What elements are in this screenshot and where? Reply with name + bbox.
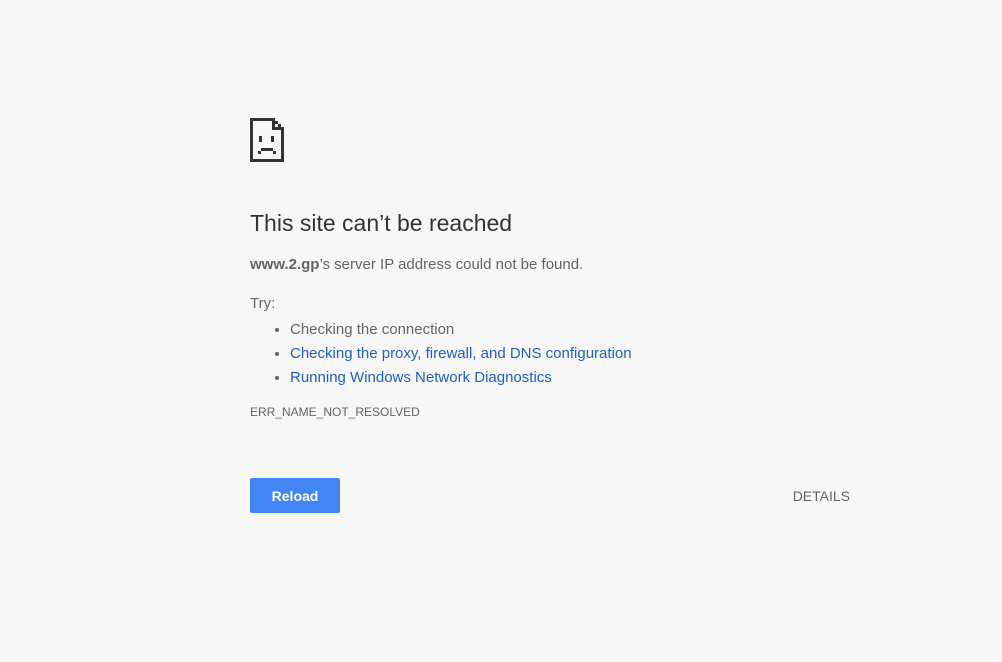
try-label: Try: xyxy=(250,295,276,312)
suggestion-check-connection: Checking the connection xyxy=(290,321,455,338)
suggestion-item: Checking the connection xyxy=(290,318,850,342)
error-code: ERR_NAME_NOT_RESOLVED xyxy=(250,405,420,419)
suggestions-list: Checking the connection Checking the pro… xyxy=(250,318,850,390)
sad-page-icon xyxy=(250,118,284,162)
error-host: www.2.gp xyxy=(250,256,320,273)
error-title: This site can’t be reached xyxy=(250,210,513,236)
suggestion-item: Running Windows Network Diagnostics xyxy=(290,366,850,390)
error-summary-text: ’s server IP address could not be found. xyxy=(319,256,584,273)
main-content: This site can’t be reached www.2.gp’s se… xyxy=(250,118,850,420)
error-summary: www.2.gp’s server IP address could not b… xyxy=(250,255,850,275)
details-button[interactable]: DETAILS xyxy=(793,478,850,513)
reload-button[interactable]: Reload xyxy=(250,478,340,513)
button-row: Reload DETAILS xyxy=(250,478,850,513)
error-page: This site can’t be reached www.2.gp’s se… xyxy=(0,0,1002,662)
suggestion-item: Checking the proxy, firewall, and DNS co… xyxy=(290,342,850,366)
suggestion-network-diagnostics-link[interactable]: Running Windows Network Diagnostics xyxy=(290,369,552,386)
suggestion-proxy-firewall-dns-link[interactable]: Checking the proxy, firewall, and DNS co… xyxy=(290,345,632,362)
